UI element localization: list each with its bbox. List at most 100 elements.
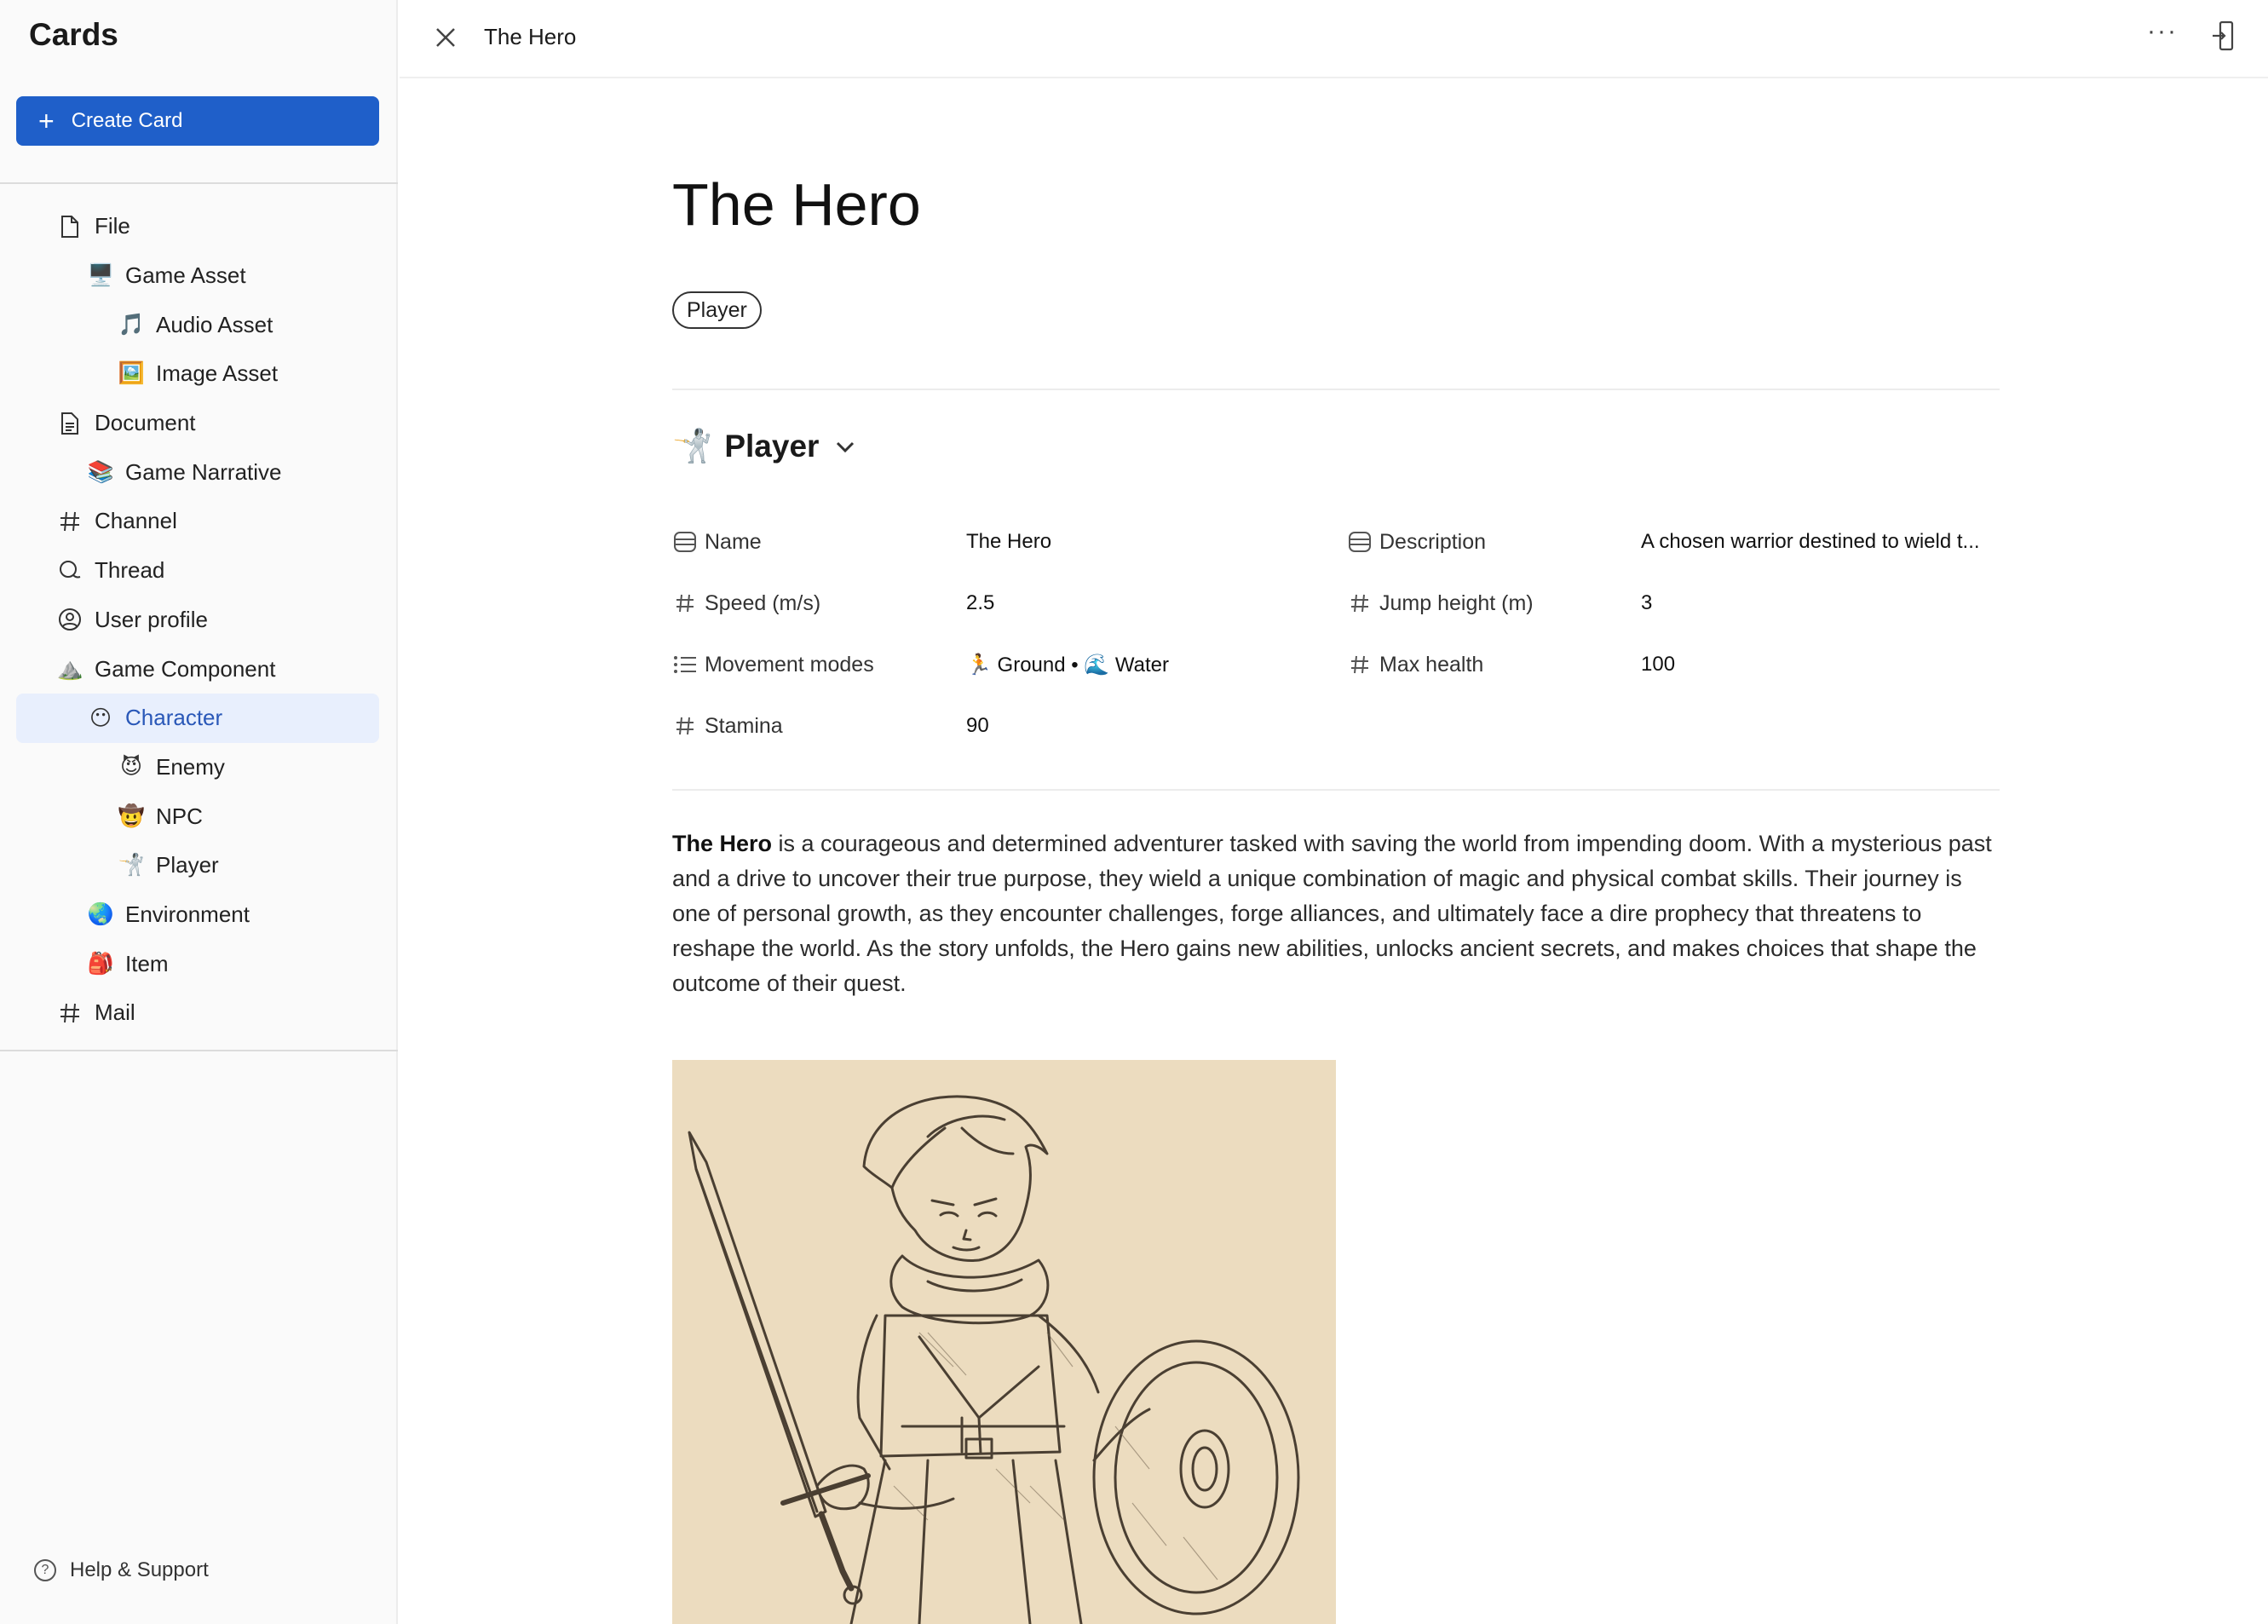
prop-value-jump-height[interactable]: 3 — [1641, 591, 1652, 615]
sidebar-item-mail[interactable]: Mail — [16, 988, 379, 1038]
create-card-label: Create Card — [71, 109, 183, 132]
file-icon — [57, 214, 83, 239]
music-note-icon: 🎵 — [118, 312, 145, 337]
hash-icon — [57, 509, 83, 534]
plus-icon: + — [38, 106, 55, 136]
fencer-icon: 🤺 — [672, 429, 713, 464]
sidebar-divider — [0, 182, 398, 184]
help-support-link[interactable]: ? Help & Support — [34, 1558, 209, 1582]
sidebar-item-character[interactable]: 😶 Character — [16, 693, 379, 743]
cowboy-icon: 🤠 — [118, 803, 145, 828]
prop-name: Name — [672, 525, 762, 559]
document-icon — [57, 411, 83, 436]
framed-picture-icon: 🖼️ — [118, 361, 145, 386]
sidebar: Cards + Create Card File 🖥️ Game Asset 🎵… — [0, 0, 398, 1624]
user-circle-icon — [57, 607, 83, 632]
create-card-button[interactable]: + Create Card — [16, 96, 379, 146]
devil-icon: 😈 — [119, 755, 143, 780]
list-icon — [672, 652, 698, 677]
sidebar-item-label: NPC — [156, 803, 203, 829]
face-icon: 😶 — [89, 705, 112, 730]
monitor-icon: 🖥️ — [87, 263, 114, 288]
type-tag[interactable]: Player — [672, 291, 762, 329]
sidebar-item-label: Document — [95, 410, 196, 436]
sidebar-item-environment[interactable]: 🌏 Environment — [16, 890, 379, 940]
section-header-player[interactable]: 🤺 Player — [672, 428, 856, 465]
topbar-title: The Hero — [484, 24, 577, 49]
prop-speed: Speed (m/s) — [672, 586, 820, 620]
sidebar-item-label: Player — [156, 852, 219, 878]
sidebar-item-label: File — [95, 213, 130, 239]
sidebar-item-label: Channel — [95, 508, 177, 534]
sidebar-item-label: User profile — [95, 606, 208, 632]
fencer-icon: 🤺 — [118, 853, 145, 878]
page-title[interactable]: The Hero — [672, 170, 921, 239]
text-field-icon — [672, 529, 698, 555]
thread-icon — [57, 558, 83, 584]
divider — [672, 389, 2000, 390]
sidebar-item-label: Game Asset — [125, 262, 246, 289]
sidebar-item-file[interactable]: File — [16, 202, 379, 251]
sidebar-item-label: Audio Asset — [156, 311, 273, 337]
card-type-tree: File 🖥️ Game Asset 🎵 Audio Asset 🖼️ Imag… — [16, 202, 379, 1038]
hash-icon — [672, 713, 698, 739]
prop-movement-modes: Movement modes — [672, 648, 874, 682]
prop-label: Stamina — [705, 713, 783, 738]
prop-value-speed[interactable]: 2.5 — [966, 591, 994, 615]
sidebar-item-audio-asset[interactable]: 🎵 Audio Asset — [16, 300, 379, 349]
sidebar-item-document[interactable]: Document — [16, 399, 379, 448]
card-body-text[interactable]: The Hero is a courageous and determined … — [672, 826, 2000, 1001]
mountain-icon: ⛰️ — [56, 656, 83, 681]
sidebar-item-label: Enemy — [156, 753, 225, 780]
prop-label: Max health — [1379, 652, 1484, 677]
prop-value-description[interactable]: A chosen warrior destined to wield t... — [1641, 530, 1980, 554]
prop-value-stamina[interactable]: 90 — [966, 714, 989, 738]
sidebar-item-user-profile[interactable]: User profile — [16, 596, 379, 645]
sidebar-item-game-narrative[interactable]: 📚 Game Narrative — [16, 447, 379, 497]
sidebar-item-item[interactable]: 🎒 Item — [16, 939, 379, 988]
sidebar-item-thread[interactable]: Thread — [16, 546, 379, 596]
sidebar-item-enemy[interactable]: 😈 Enemy — [16, 743, 379, 792]
prop-value-movement-modes[interactable]: 🏃 Ground • 🌊 Water — [966, 653, 1169, 677]
hash-icon — [672, 590, 698, 616]
prop-stamina: Stamina — [672, 709, 783, 743]
prop-value-max-health[interactable]: 100 — [1641, 653, 1675, 677]
books-icon: 📚 — [87, 459, 114, 484]
prop-value-name[interactable]: The Hero — [966, 530, 1051, 554]
hash-icon — [1347, 652, 1373, 677]
sidebar-item-game-component[interactable]: ⛰️ Game Component — [16, 644, 379, 694]
sidebar-item-label: Game Component — [95, 655, 276, 682]
collapse-panel-icon[interactable] — [2209, 19, 2243, 53]
sidebar-item-image-asset[interactable]: 🖼️ Image Asset — [16, 349, 379, 399]
body-bold-text: The Hero — [672, 831, 773, 856]
sidebar-item-label: Game Narrative — [125, 458, 282, 485]
prop-label: Movement modes — [705, 652, 874, 677]
hero-sketch-drawing — [672, 1060, 1336, 1624]
prop-label: Name — [705, 529, 762, 554]
divider — [672, 789, 2000, 791]
hash-icon — [57, 1000, 83, 1026]
prop-label: Jump height (m) — [1379, 590, 1534, 615]
prop-label: Speed (m/s) — [705, 590, 821, 615]
prop-max-health: Max health — [1347, 648, 1483, 682]
close-icon[interactable] — [430, 22, 461, 53]
sidebar-item-label: Image Asset — [156, 360, 279, 387]
prop-description: Description — [1347, 525, 1486, 559]
sidebar-item-channel[interactable]: Channel — [16, 497, 379, 546]
backpack-icon: 🎒 — [87, 951, 114, 976]
sidebar-item-label: Item — [125, 950, 169, 976]
help-label: Help & Support — [70, 1558, 209, 1581]
more-options-icon[interactable]: ··· — [2147, 17, 2178, 46]
sidebar-item-game-asset[interactable]: 🖥️ Game Asset — [16, 251, 379, 301]
section-title: Player — [724, 429, 820, 464]
text-field-icon — [1347, 529, 1373, 555]
prop-jump-height: Jump height (m) — [1347, 586, 1534, 620]
body-text: is a courageous and determined adventure… — [672, 831, 1992, 996]
hero-sketch-image — [672, 1060, 1336, 1624]
card-topbar: The Hero ··· — [400, 0, 2268, 78]
globe-icon: 🌏 — [87, 901, 114, 926]
sidebar-title: Cards — [29, 17, 118, 52]
help-icon: ? — [34, 1559, 56, 1581]
sidebar-item-player[interactable]: 🤺 Player — [16, 841, 379, 890]
sidebar-item-npc[interactable]: 🤠 NPC — [16, 792, 379, 841]
